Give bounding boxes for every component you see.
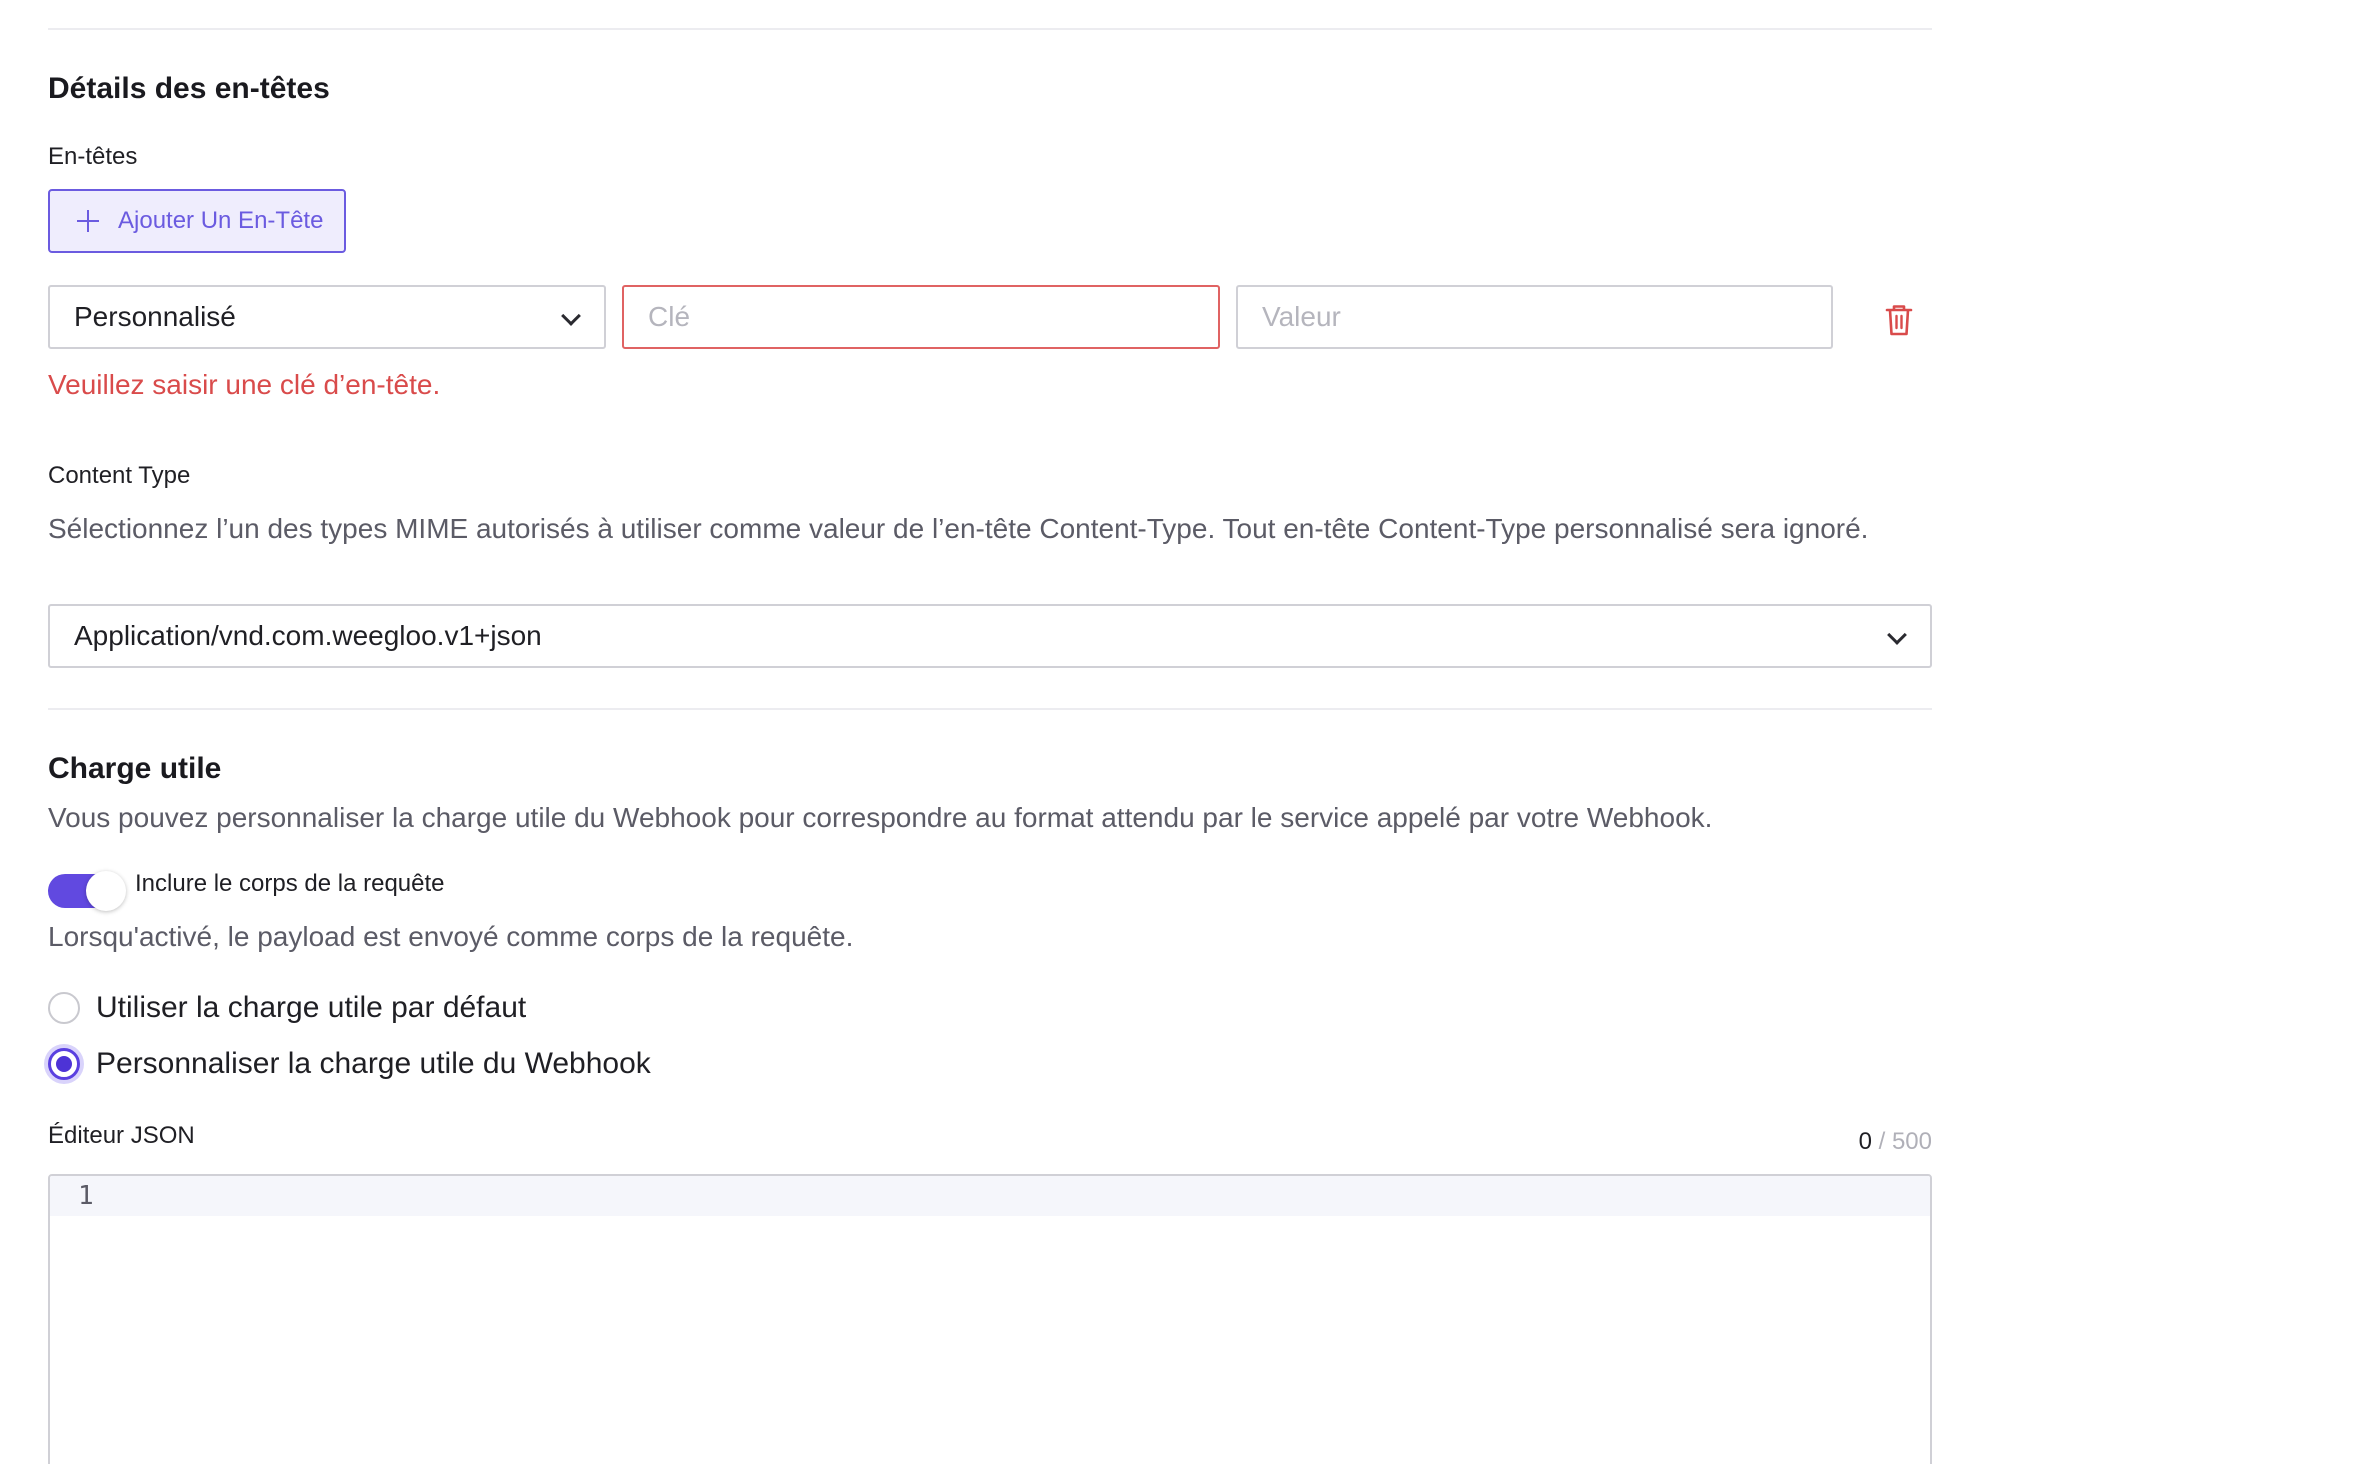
content-type-label: Content Type (48, 462, 191, 489)
radio-default-label: Utiliser la charge utile par défaut (96, 991, 527, 1024)
chevron-down-icon (1887, 625, 1907, 645)
header-key-error: Veuillez saisir une clé d’en-tête. (48, 369, 441, 400)
toggle-knob (86, 871, 126, 911)
json-editor-label: Éditeur JSON (48, 1122, 195, 1149)
payload-section-title: Charge utile (48, 752, 222, 785)
line-number: 1 (78, 1181, 94, 1211)
char-count-max: / 500 (1871, 1128, 1932, 1155)
header-key-input[interactable]: Clé (622, 285, 1220, 349)
top-divider (48, 28, 1932, 30)
header-type-value: Personnalisé (74, 301, 236, 332)
radio-custom-label: Personnaliser la charge utile du Webhook (96, 1047, 651, 1080)
add-header-button[interactable]: Ajouter Un En-Tête (48, 189, 346, 253)
headers-label: En-têtes (48, 143, 138, 170)
content-type-help: Sélectionnez l’un des types MIME autoris… (48, 513, 1869, 544)
char-counter: 0 / 500 (1859, 1128, 1932, 1156)
add-header-button-label: Ajouter Un En-Tête (118, 207, 324, 234)
header-key-placeholder: Clé (648, 301, 691, 332)
radio-default-payload[interactable]: Utiliser la charge utile par défaut (48, 991, 526, 1025)
headers-section-title: Détails des en-têtes (48, 72, 330, 105)
editor-line: 1 (50, 1176, 1930, 1216)
chevron-down-icon (561, 306, 581, 326)
content-type-value: Application/vnd.com.weegloo.v1+json (74, 620, 542, 651)
json-editor[interactable]: 1 (48, 1174, 1932, 1464)
content-type-select[interactable]: Application/vnd.com.weegloo.v1+json (48, 604, 1932, 668)
include-body-help: Lorsqu'activé, le payload est envoyé com… (48, 921, 854, 952)
header-value-placeholder: Valeur (1262, 301, 1341, 332)
trash-icon[interactable] (1884, 303, 1914, 337)
char-count-current: 0 (1858, 1128, 1872, 1155)
include-body-label: Inclure le corps de la requête (135, 870, 445, 897)
radio-default-circle (48, 992, 80, 1024)
include-body-toggle[interactable] (48, 871, 126, 911)
radio-custom-circle (48, 1048, 80, 1080)
radio-custom-payload[interactable]: Personnaliser la charge utile du Webhook (48, 1047, 651, 1081)
payload-description: Vous pouvez personnaliser la charge util… (48, 802, 1713, 833)
header-value-input[interactable]: Valeur (1236, 285, 1833, 349)
plus-icon (76, 209, 100, 233)
section-divider (48, 708, 1932, 710)
header-type-select[interactable]: Personnalisé (48, 285, 606, 349)
